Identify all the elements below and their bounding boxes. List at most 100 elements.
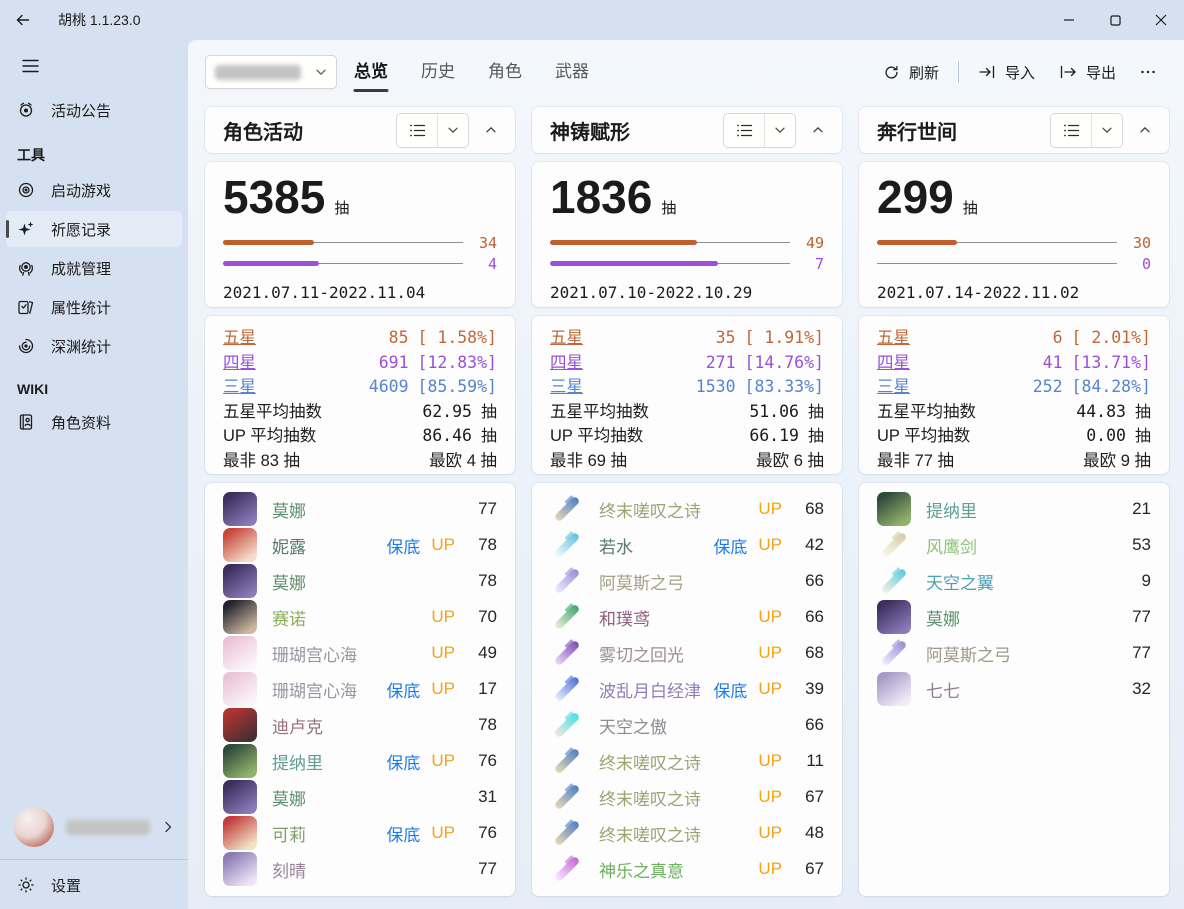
star-count: 691 <box>379 353 409 372</box>
tab-武器[interactable]: 武器 <box>553 51 591 93</box>
list-icon <box>409 123 426 138</box>
pull-list-item[interactable]: 莫娜77 <box>869 599 1159 635</box>
star-rank-link[interactable]: 四星 <box>550 349 706 373</box>
pull-list-item[interactable]: 雾切之回光UP68 <box>542 635 832 671</box>
weapon-icon <box>550 780 584 814</box>
star-rank-link[interactable]: 四星 <box>877 349 1043 373</box>
pull-item-name: 迪卢克 <box>272 713 323 738</box>
pull-list-item[interactable]: 天空之翼9 <box>869 563 1159 599</box>
sidebar-item-启动游戏[interactable]: 启动游戏 <box>6 172 182 208</box>
pull-list-item[interactable]: 阿莫斯之弓77 <box>869 635 1159 671</box>
pull-list-item[interactable]: 刻晴77 <box>215 851 505 887</box>
pull-list-item[interactable]: 莫娜77 <box>215 491 505 527</box>
collapse-card-button[interactable] <box>474 114 508 147</box>
pull-list-item[interactable]: 终末嗟叹之诗UP11 <box>542 743 832 779</box>
list-mode-split-button[interactable] <box>396 113 469 148</box>
banner-summary: 5385抽3442021.07.11-2022.11.04 <box>205 162 515 307</box>
list-icon <box>1063 123 1080 138</box>
pull-item-name: 七七 <box>926 677 960 702</box>
pull-list-item[interactable]: 珊瑚宫心海UP49 <box>215 635 505 671</box>
pull-list-item[interactable]: 提纳里21 <box>869 491 1159 527</box>
pull-list-item[interactable]: 终末嗟叹之诗UP48 <box>542 815 832 851</box>
sidebar-item-祈愿记录[interactable]: 祈愿记录 <box>6 211 182 247</box>
pull-list-item[interactable]: 迪卢克78 <box>215 707 505 743</box>
pull-list-item[interactable]: 莫娜31 <box>215 779 505 815</box>
average-stat-label: 五星平均抽数 <box>877 398 1076 422</box>
sidebar-item-属性统计[interactable]: 属性统计 <box>6 289 182 325</box>
import-icon <box>978 64 996 80</box>
list-mode-dropdown-button[interactable] <box>437 114 468 147</box>
sidebar-item-settings[interactable]: 设置 <box>6 867 182 903</box>
pull-item-count: 11 <box>794 751 824 771</box>
star-rank-link[interactable]: 四星 <box>223 349 379 373</box>
back-button[interactable] <box>0 0 46 40</box>
content-header: 总览历史角色武器 刷新导入导出 <box>205 50 1168 94</box>
pull-list-item[interactable]: 赛诺UP70 <box>215 599 505 635</box>
pull-item-badges: UP <box>758 859 782 879</box>
list-mode-split-button[interactable] <box>723 113 796 148</box>
pull-item-badges: UP <box>758 499 782 519</box>
average-stat-row: 五星平均抽数44.83抽 <box>877 398 1151 423</box>
star-rank-link[interactable]: 五星 <box>223 324 389 348</box>
collapse-card-button[interactable] <box>801 114 835 147</box>
pull-list-item[interactable]: 天空之傲66 <box>542 707 832 743</box>
pull-list-item[interactable]: 和璞鸢UP66 <box>542 599 832 635</box>
list-mode-button[interactable] <box>724 114 764 147</box>
user-account-row[interactable] <box>0 797 188 857</box>
sidebar-item-label: 设置 <box>51 875 81 896</box>
star-rank-link[interactable]: 五星 <box>877 324 1053 348</box>
pull-list-item[interactable]: 珊瑚宫心海保底UP17 <box>215 671 505 707</box>
hamburger-button[interactable] <box>10 49 50 83</box>
close-button[interactable] <box>1138 0 1184 40</box>
pull-item-name: 终末嗟叹之诗 <box>599 497 701 522</box>
list-mode-dropdown-button[interactable] <box>764 114 795 147</box>
collapse-card-button[interactable] <box>1128 114 1162 147</box>
up-badge: UP <box>431 679 455 699</box>
pull-list-item[interactable]: 风鹰剑53 <box>869 527 1159 563</box>
average-stat-row: 五星平均抽数62.95抽 <box>223 398 497 423</box>
pull-list-item[interactable]: 波乱月白经津保底UP39 <box>542 671 832 707</box>
list-mode-button[interactable] <box>397 114 437 147</box>
action-button-刷新[interactable]: 刷新 <box>871 55 951 90</box>
star-rank-link[interactable]: 三星 <box>550 373 696 397</box>
tab-角色[interactable]: 角色 <box>486 51 524 93</box>
list-mode-split-button[interactable] <box>1050 113 1123 148</box>
pull-list-item[interactable]: 提纳里保底UP76 <box>215 743 505 779</box>
maximize-button[interactable] <box>1092 0 1138 40</box>
pull-list-item[interactable]: 神乐之真意UP67 <box>542 851 832 887</box>
pull-list-item[interactable]: 终末嗟叹之诗UP67 <box>542 779 832 815</box>
pull-list-item[interactable]: 终末嗟叹之诗UP68 <box>542 491 832 527</box>
more-options-button[interactable] <box>1128 57 1168 87</box>
tab-历史[interactable]: 历史 <box>419 51 457 93</box>
action-button-导入[interactable]: 导入 <box>966 55 1047 90</box>
pull-list-item[interactable]: 莫娜78 <box>215 563 505 599</box>
uid-selector[interactable] <box>205 55 337 89</box>
pull-list-item[interactable]: 可莉保底UP76 <box>215 815 505 851</box>
action-button-导出[interactable]: 导出 <box>1047 55 1128 90</box>
list-mode-dropdown-button[interactable] <box>1091 114 1122 147</box>
pull-list-item[interactable]: 阿莫斯之弓66 <box>542 563 832 599</box>
star-rank-link[interactable]: 五星 <box>550 324 716 348</box>
pull-list-item[interactable]: 若水保底UP42 <box>542 527 832 563</box>
sidebar-item-活动公告[interactable]: 活动公告 <box>6 92 182 128</box>
pull-list-item[interactable]: 妮露保底UP78 <box>215 527 505 563</box>
minimize-button[interactable] <box>1046 0 1092 40</box>
up-badge: UP <box>758 607 782 627</box>
sidebar-item-成就管理[interactable]: 成就管理 <box>6 250 182 286</box>
tab-总览[interactable]: 总览 <box>352 51 390 93</box>
average-stat-label: 五星平均抽数 <box>550 398 749 422</box>
sidebar-item-深渊统计[interactable]: 深渊统计 <box>6 328 182 364</box>
back-arrow-icon <box>15 12 31 28</box>
list-mode-button[interactable] <box>1051 114 1091 147</box>
pull-list-item[interactable]: 七七32 <box>869 671 1159 707</box>
total-pulls-line: 299抽 <box>877 172 1151 223</box>
star-rank-link[interactable]: 三星 <box>877 373 1033 397</box>
pull-item-name: 珊瑚宫心海 <box>272 677 357 702</box>
maximize-icon <box>1110 15 1121 26</box>
up-badge: UP <box>431 823 455 843</box>
user-avatar <box>14 807 54 847</box>
pull-item-count: 67 <box>794 859 824 879</box>
sidebar-item-角色资料[interactable]: 角色资料 <box>6 404 182 440</box>
star-rank-link[interactable]: 三星 <box>223 373 369 397</box>
pull-item-name: 雾切之回光 <box>599 641 684 666</box>
